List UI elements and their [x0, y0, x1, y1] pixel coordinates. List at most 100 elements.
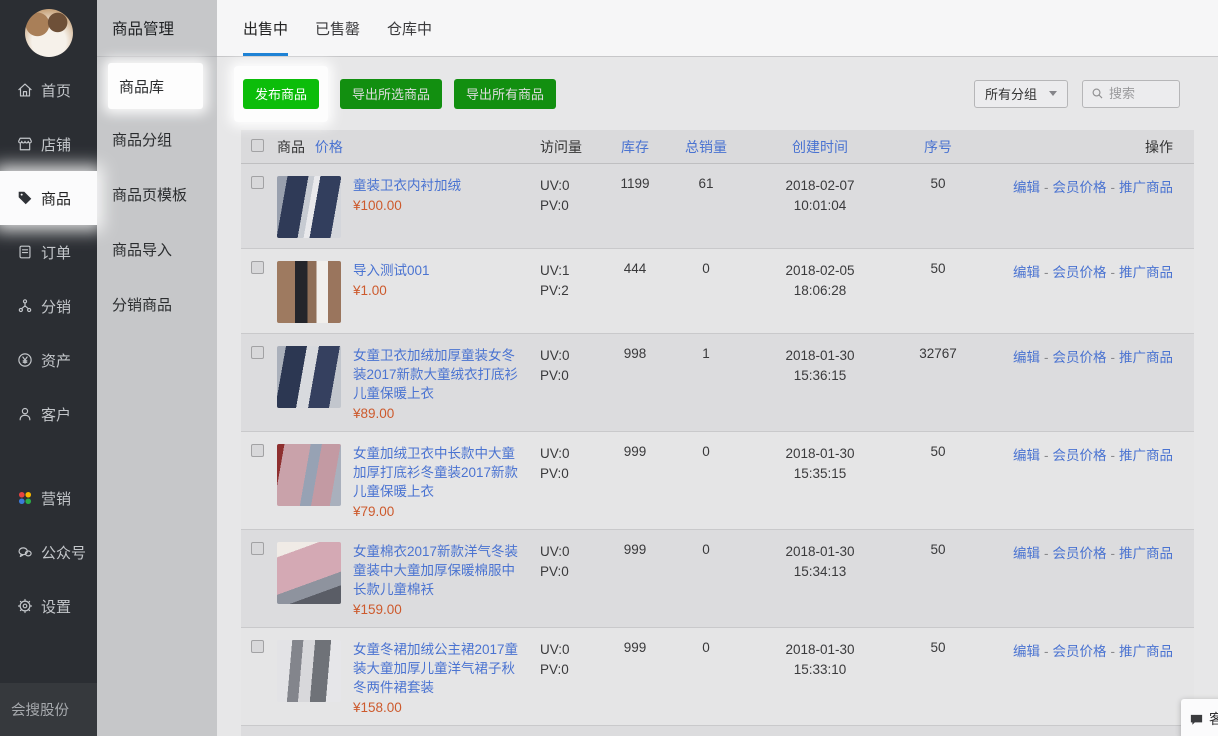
stock-value: 999 [603, 432, 667, 469]
product-table: 商品 价格 访问量 库存 总销量 创建时间 序号 操作 童装卫衣内衬加绒 ¥10… [241, 130, 1194, 736]
customer-service-label: 客 [1209, 709, 1218, 729]
serial-value: 50 [895, 164, 981, 201]
export-all-button[interactable]: 导出所有商品 [454, 79, 556, 109]
sidebar-item-label: 订单 [41, 242, 71, 263]
tab-sold-out[interactable]: 已售罄 [315, 0, 360, 56]
filter-controls: 所有分组 [974, 80, 1180, 108]
promote-product-link[interactable]: 推广商品 [1119, 180, 1173, 195]
action-separator: - [1111, 448, 1116, 463]
chat-bubble-icon [1189, 712, 1204, 727]
row-checkbox[interactable] [251, 346, 264, 359]
edit-link[interactable]: 编辑 [1013, 448, 1040, 463]
product-image[interactable] [277, 261, 341, 323]
product-price: ¥1.00 [353, 283, 519, 298]
promote-product-link[interactable]: 推广商品 [1119, 448, 1173, 463]
member-price-link[interactable]: 会员价格 [1053, 180, 1107, 195]
product-name-link[interactable]: 女童棉衣2017新款洋气冬装童装中大童加厚保暖棉服中长款儿童棉袄 [353, 542, 519, 599]
avatar[interactable] [25, 9, 73, 57]
row-checkbox[interactable] [251, 542, 264, 555]
member-price-link[interactable]: 会员价格 [1053, 350, 1107, 365]
action-separator: - [1111, 350, 1116, 365]
sidebar-item-home[interactable]: 首页 [0, 63, 97, 117]
sidebar-item-shop[interactable]: 店铺 [0, 117, 97, 171]
member-price-link[interactable]: 会员价格 [1053, 448, 1107, 463]
submenu-item-product-library[interactable]: 商品库 [108, 63, 203, 109]
sidebar-item-official-account[interactable]: 公众号 [0, 525, 97, 579]
sidebar-item-settings[interactable]: 设置 [0, 579, 97, 633]
tab-on-sale[interactable]: 出售中 [243, 0, 288, 56]
sidebar-item-assets[interactable]: 资产 [0, 333, 97, 387]
sales-value: 0 [667, 530, 745, 567]
uv-value: UV:0 [540, 640, 603, 660]
group-filter-value: 所有分组 [985, 84, 1037, 103]
marketing-clover-icon [16, 489, 34, 507]
edit-link[interactable]: 编辑 [1013, 644, 1040, 659]
col-product: 商品 [277, 139, 305, 155]
product-image[interactable] [277, 444, 341, 506]
created-date: 2018-01-30 [745, 444, 895, 464]
submenu-item-distribution-products[interactable]: 分销商品 [97, 277, 217, 332]
product-image[interactable] [277, 346, 341, 408]
uv-value: UV:0 [540, 444, 603, 464]
publish-product-button[interactable]: 发布商品 [243, 79, 319, 109]
product-name-link[interactable]: 童装卫衣内衬加绒 [353, 176, 519, 195]
edit-link[interactable]: 编辑 [1013, 350, 1040, 365]
group-filter-select[interactable]: 所有分组 [974, 80, 1068, 108]
sidebar-item-products[interactable]: 商品 [0, 171, 97, 225]
table-row: 导入测试001 ¥1.00 UV:1 PV:2 444 0 2018-02-05… [241, 249, 1194, 334]
promote-product-link[interactable]: 推广商品 [1119, 644, 1173, 659]
col-price-sort[interactable]: 价格 [315, 139, 343, 155]
export-selected-button[interactable]: 导出所选商品 [340, 79, 442, 109]
select-all-checkbox[interactable] [251, 139, 264, 152]
product-name-link[interactable]: 女童卫衣加绒加厚童装女冬装2017新款大童绒衣打底衫儿童保暖上衣 [353, 346, 519, 403]
search-box[interactable] [1082, 80, 1180, 108]
document-icon [16, 243, 34, 261]
row-checkbox[interactable] [251, 176, 264, 189]
product-image[interactable] [277, 176, 341, 238]
row-checkbox[interactable] [251, 261, 264, 274]
sidebar-item-distribution[interactable]: 分销 [0, 279, 97, 333]
edit-link[interactable]: 编辑 [1013, 180, 1040, 195]
member-price-link[interactable]: 会员价格 [1053, 546, 1107, 561]
sidebar-item-orders[interactable]: 订单 [0, 225, 97, 279]
promote-product-link[interactable]: 推广商品 [1119, 350, 1173, 365]
submenu-item-product-groups[interactable]: 商品分组 [97, 112, 217, 167]
edit-link[interactable]: 编辑 [1013, 546, 1040, 561]
created-date: 2018-01-30 [745, 346, 895, 366]
product-image[interactable] [277, 640, 341, 702]
brand-name: 会搜股份 [11, 699, 69, 720]
promote-product-link[interactable]: 推广商品 [1119, 546, 1173, 561]
search-input[interactable] [1109, 86, 1171, 101]
sidebar-item-customers[interactable]: 客户 [0, 387, 97, 441]
col-stock-sort[interactable]: 库存 [603, 137, 667, 157]
sidebar-item-label: 店铺 [41, 134, 71, 155]
member-price-link[interactable]: 会员价格 [1053, 265, 1107, 280]
product-image[interactable] [277, 542, 341, 604]
member-price-link[interactable]: 会员价格 [1053, 644, 1107, 659]
table-row: 女童加绒卫衣中长款中大童加厚打底衫冬童装2017新款儿童保暖上衣 ¥79.00 … [241, 432, 1194, 530]
sidebar-item-marketing[interactable]: 营销 [0, 471, 97, 525]
product-name-link[interactable]: 女童加绒卫衣中长款中大童加厚打底衫冬童装2017新款儿童保暖上衣 [353, 444, 519, 501]
publish-highlight-box: 发布商品 [234, 66, 328, 122]
col-visits: 访问量 [533, 137, 603, 157]
table-row: 童装卫衣内衬加绒 ¥100.00 UV:0 PV:0 1199 61 2018-… [241, 164, 1194, 249]
submenu-item-label: 分销商品 [112, 294, 172, 315]
submenu-item-product-import[interactable]: 商品导入 [97, 222, 217, 277]
col-sales-sort[interactable]: 总销量 [667, 137, 745, 157]
product-name-link[interactable]: 导入测试001 [353, 261, 519, 280]
customer-service-widget[interactable]: 客 [1181, 699, 1218, 736]
created-time: 10:01:04 [745, 196, 895, 216]
pv-value: PV:0 [540, 562, 603, 582]
col-created-sort[interactable]: 创建时间 [745, 137, 895, 157]
storefront-icon [16, 135, 34, 153]
edit-link[interactable]: 编辑 [1013, 265, 1040, 280]
product-name-link[interactable]: 女童冬裙加绒公主裙2017童装大童加厚儿童洋气裙子秋冬两件裙套装 [353, 640, 519, 697]
promote-product-link[interactable]: 推广商品 [1119, 265, 1173, 280]
col-serial-sort[interactable]: 序号 [895, 137, 981, 157]
action-separator: - [1111, 265, 1116, 280]
table-row: 女童卫衣加绒加厚童装女 UV:0 996 4 2018-01-30 50 编辑-… [241, 726, 1194, 736]
submenu-item-product-page-template[interactable]: 商品页模板 [97, 167, 217, 222]
row-checkbox[interactable] [251, 444, 264, 457]
row-checkbox[interactable] [251, 640, 264, 653]
tab-warehouse[interactable]: 仓库中 [387, 0, 432, 56]
